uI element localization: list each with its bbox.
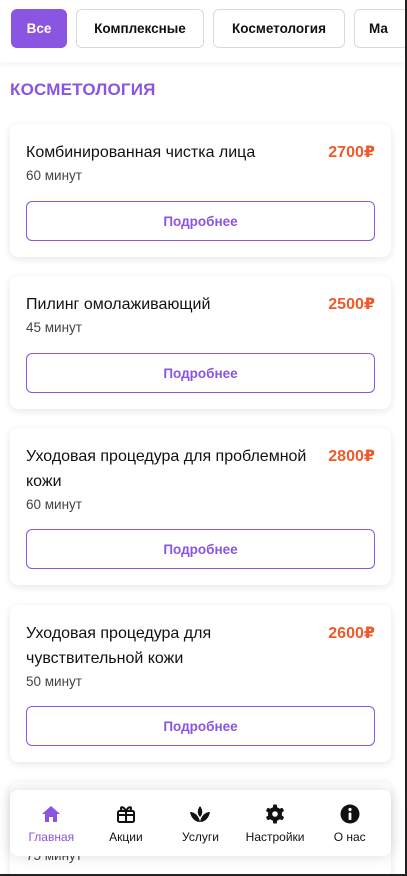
service-card: Уходовая процедура для проблемной кожи 2… <box>10 428 391 585</box>
nav-item-services[interactable]: Услуги <box>164 803 236 844</box>
details-button[interactable]: Подробнее <box>26 353 375 393</box>
service-duration: 60 минут <box>26 497 82 512</box>
app-frame: Все Комплексные Косметология Ма КОСМЕТОЛ… <box>0 0 407 876</box>
details-button[interactable]: Подробнее <box>26 529 375 569</box>
service-name: Комбинированная чистка лица <box>26 144 256 161</box>
service-card: Уходовая процедура для чувствительной ко… <box>10 605 391 762</box>
service-name: Пилинг омолаживающий <box>26 296 211 313</box>
service-price: 2700₽ <box>328 144 375 161</box>
category-filter-bar: Все Комплексные Косметология Ма <box>0 0 405 62</box>
details-button[interactable]: Подробнее <box>26 201 375 241</box>
nav-item-home[interactable]: Главная <box>15 803 87 844</box>
service-name: Уходовая процедура для проблемной кожи <box>26 448 307 490</box>
nav-label: О нас <box>333 829 366 844</box>
service-name: Уходовая процедура для чувствительной ко… <box>26 625 212 667</box>
service-price: 2600₽ <box>328 625 375 642</box>
nav-item-promotions[interactable]: Акции <box>90 803 162 844</box>
service-duration: 60 минут <box>26 168 82 183</box>
nav-item-settings[interactable]: Настройки <box>239 803 311 844</box>
service-price: 2500₽ <box>328 296 375 313</box>
nav-label: Настройки <box>245 829 305 844</box>
service-duration: 50 минут <box>26 674 82 689</box>
gift-icon <box>115 803 137 825</box>
gear-icon <box>264 803 286 825</box>
nav-label: Услуги <box>182 829 219 844</box>
filter-chip-complex[interactable]: Комплексные <box>76 9 204 48</box>
nav-label: Главная <box>28 829 75 844</box>
section-title: КОСМЕТОЛОГИЯ <box>10 80 156 99</box>
service-card: Комбинированная чистка лица 2700₽ 60 мин… <box>10 124 391 257</box>
filter-chip-massage[interactable]: Ма <box>354 9 405 48</box>
info-icon <box>339 803 361 825</box>
bottom-navigation: Главная Акции Услуги Настройки О нас <box>10 790 391 856</box>
service-duration: 45 минут <box>26 320 82 335</box>
spa-icon <box>189 803 211 825</box>
nav-item-about[interactable]: О нас <box>314 803 386 844</box>
service-card: Пилинг омолаживающий 2500₽ 45 минут Подр… <box>10 276 391 409</box>
details-button[interactable]: Подробнее <box>26 706 375 746</box>
home-icon <box>40 803 62 825</box>
filter-chip-all[interactable]: Все <box>11 9 67 48</box>
service-price: 2800₽ <box>328 448 375 465</box>
filter-chip-cosmetology[interactable]: Косметология <box>213 9 345 48</box>
nav-label: Акции <box>109 829 143 844</box>
